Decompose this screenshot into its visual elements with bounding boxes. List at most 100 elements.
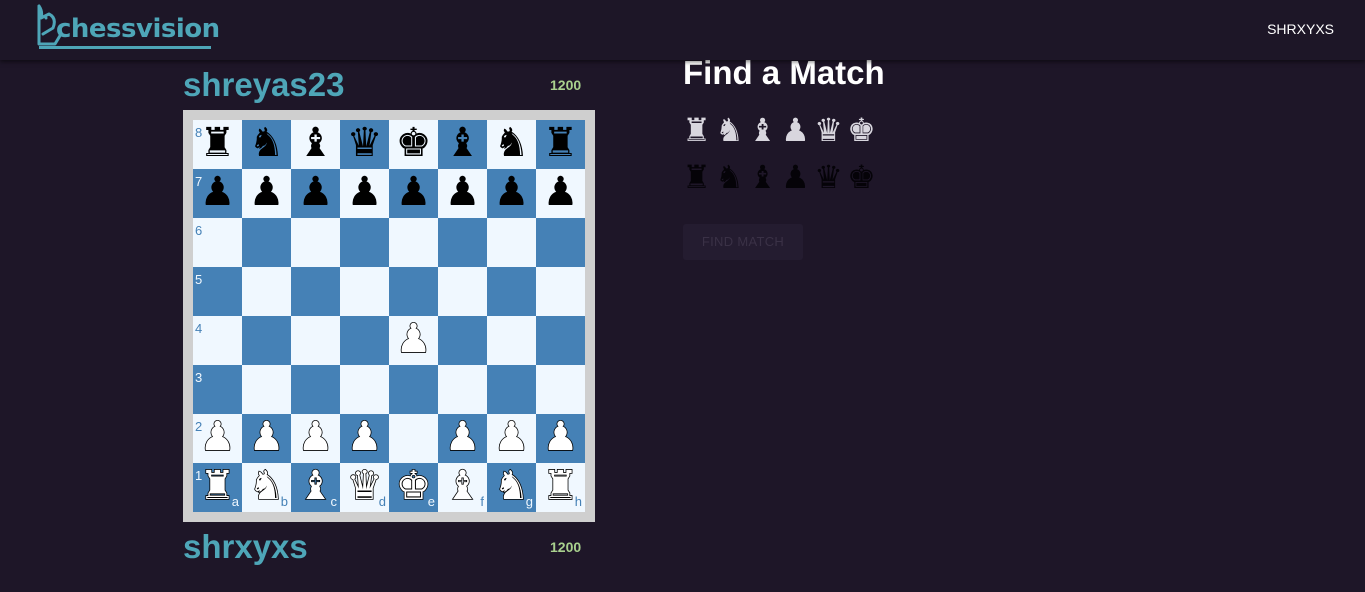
board-square[interactable] xyxy=(242,316,291,365)
white-queen-icon[interactable]: ♛ xyxy=(812,110,845,150)
board-square[interactable]: ♛ xyxy=(340,120,389,169)
black-king-icon[interactable]: ♚ xyxy=(845,157,878,197)
black-pawn-piece[interactable]: ♟ xyxy=(389,169,438,218)
board-square[interactable] xyxy=(438,365,487,414)
board-square[interactable]: 5 xyxy=(193,267,242,316)
board-square[interactable] xyxy=(291,218,340,267)
black-bishop-icon[interactable]: ♝ xyxy=(746,157,779,197)
board-square[interactable] xyxy=(487,218,536,267)
board-square[interactable] xyxy=(536,316,585,365)
board-square[interactable]: 4 xyxy=(193,316,242,365)
chess-board[interactable]: 8 ♜ ♞ ♝ ♛ ♚ ♝ ♞ ♜ 7 ♟ ♟ ♟ ♟ ♟ ♟ ♟ ♟ 6 5 4 ♟ 3 2 ♟ ♟ ♟ ♟ ♟ ♟ ♟ 1 ♜ a ♞ b ♝ c ♛ d… xyxy=(193,120,585,512)
board-square[interactable]: ♟ xyxy=(389,315,438,365)
white-pawn-piece[interactable]: ♟ xyxy=(487,413,536,463)
board-square[interactable]: ♟ xyxy=(340,169,389,218)
board-square[interactable] xyxy=(340,365,389,414)
board-square[interactable]: ♜ xyxy=(536,120,585,169)
board-square[interactable] xyxy=(340,316,389,365)
board-square[interactable]: ♟ xyxy=(291,413,340,463)
black-knight-icon[interactable]: ♞ xyxy=(713,157,746,197)
board-square[interactable] xyxy=(242,267,291,316)
black-rook-icon[interactable]: ♜ xyxy=(680,157,713,197)
white-pawn-piece[interactable]: ♟ xyxy=(438,413,487,463)
board-square[interactable]: ♞ b xyxy=(242,462,291,512)
board-square[interactable] xyxy=(389,414,438,463)
board-square[interactable]: 1 ♜ a xyxy=(193,462,242,512)
board-square[interactable]: ♟ xyxy=(389,169,438,218)
black-pawn-piece[interactable]: ♟ xyxy=(536,169,585,218)
black-queen-piece[interactable]: ♛ xyxy=(340,120,389,169)
white-pawn-piece[interactable]: ♟ xyxy=(536,413,585,463)
black-pawn-piece[interactable]: ♟ xyxy=(340,169,389,218)
black-king-piece[interactable]: ♚ xyxy=(389,120,438,169)
board-square[interactable]: ♞ xyxy=(242,120,291,169)
black-bishop-piece[interactable]: ♝ xyxy=(291,120,340,169)
board-square[interactable]: 7 ♟ xyxy=(193,169,242,218)
white-king-icon[interactable]: ♚ xyxy=(845,110,878,150)
white-pawn-icon[interactable]: ♟ xyxy=(779,110,812,150)
board-square[interactable] xyxy=(340,218,389,267)
board-square[interactable] xyxy=(291,267,340,316)
board-square[interactable]: 2 ♟ xyxy=(193,413,242,463)
board-square[interactable]: ♟ xyxy=(242,169,291,218)
board-square[interactable]: ♟ xyxy=(438,169,487,218)
board-square[interactable] xyxy=(487,365,536,414)
black-queen-icon[interactable]: ♛ xyxy=(812,157,845,197)
board-square[interactable] xyxy=(389,365,438,414)
board-square[interactable]: ♚ xyxy=(389,120,438,169)
board-square[interactable]: ♜ h xyxy=(536,462,585,512)
board-square[interactable]: ♟ xyxy=(438,413,487,463)
black-knight-piece[interactable]: ♞ xyxy=(242,120,291,169)
board-square[interactable]: ♟ xyxy=(340,413,389,463)
board-square[interactable]: ♝ xyxy=(291,120,340,169)
board-square[interactable] xyxy=(536,267,585,316)
nav-username-link[interactable]: SHRXYXS xyxy=(1267,21,1334,37)
board-square[interactable]: ♟ xyxy=(536,169,585,218)
black-rook-piece[interactable]: ♜ xyxy=(536,120,585,169)
white-bishop-icon[interactable]: ♝ xyxy=(746,110,779,150)
white-knight-icon[interactable]: ♞ xyxy=(713,110,746,150)
board-square[interactable] xyxy=(438,267,487,316)
board-square[interactable]: ♟ xyxy=(487,169,536,218)
black-pawn-piece[interactable]: ♟ xyxy=(242,169,291,218)
board-square[interactable] xyxy=(242,365,291,414)
white-pawn-piece[interactable]: ♟ xyxy=(389,315,438,365)
board-square[interactable] xyxy=(291,316,340,365)
board-square[interactable] xyxy=(487,316,536,365)
find-match-button[interactable]: FIND MATCH xyxy=(683,224,803,260)
board-square[interactable] xyxy=(389,267,438,316)
board-square[interactable]: 6 xyxy=(193,218,242,267)
board-square[interactable]: ♛ d xyxy=(340,462,389,512)
board-square[interactable] xyxy=(340,267,389,316)
board-square[interactable]: ♝ f xyxy=(438,462,487,512)
chessvision-logo[interactable]: chessvision xyxy=(33,4,220,52)
black-pawn-piece[interactable]: ♟ xyxy=(438,169,487,218)
board-square[interactable] xyxy=(438,218,487,267)
board-square[interactable]: ♟ xyxy=(536,413,585,463)
board-square[interactable] xyxy=(438,316,487,365)
white-pawn-piece[interactable]: ♟ xyxy=(340,413,389,463)
white-rook-icon[interactable]: ♜ xyxy=(680,110,713,150)
white-pawn-piece[interactable]: ♟ xyxy=(242,413,291,463)
black-pawn-piece[interactable]: ♟ xyxy=(193,169,242,218)
board-square[interactable]: ♞ xyxy=(487,120,536,169)
board-square[interactable] xyxy=(487,267,536,316)
board-square[interactable]: ♟ xyxy=(242,413,291,463)
board-square[interactable]: ♞ g xyxy=(487,462,536,512)
black-knight-piece[interactable]: ♞ xyxy=(487,120,536,169)
board-square[interactable]: 8 ♜ xyxy=(193,120,242,169)
board-square[interactable]: ♝ c xyxy=(291,462,340,512)
black-pawn-piece[interactable]: ♟ xyxy=(291,169,340,218)
board-square[interactable]: ♟ xyxy=(487,413,536,463)
board-square[interactable]: ♟ xyxy=(291,169,340,218)
board-square[interactable] xyxy=(389,218,438,267)
board-square[interactable] xyxy=(536,365,585,414)
white-pawn-piece[interactable]: ♟ xyxy=(291,413,340,463)
board-square[interactable]: ♝ xyxy=(438,120,487,169)
board-square[interactable] xyxy=(536,218,585,267)
black-pawn-icon[interactable]: ♟ xyxy=(779,157,812,197)
board-square[interactable]: 3 xyxy=(193,365,242,414)
board-square[interactable] xyxy=(291,365,340,414)
white-pawn-piece[interactable]: ♟ xyxy=(193,413,242,463)
black-rook-piece[interactable]: ♜ xyxy=(193,120,242,169)
